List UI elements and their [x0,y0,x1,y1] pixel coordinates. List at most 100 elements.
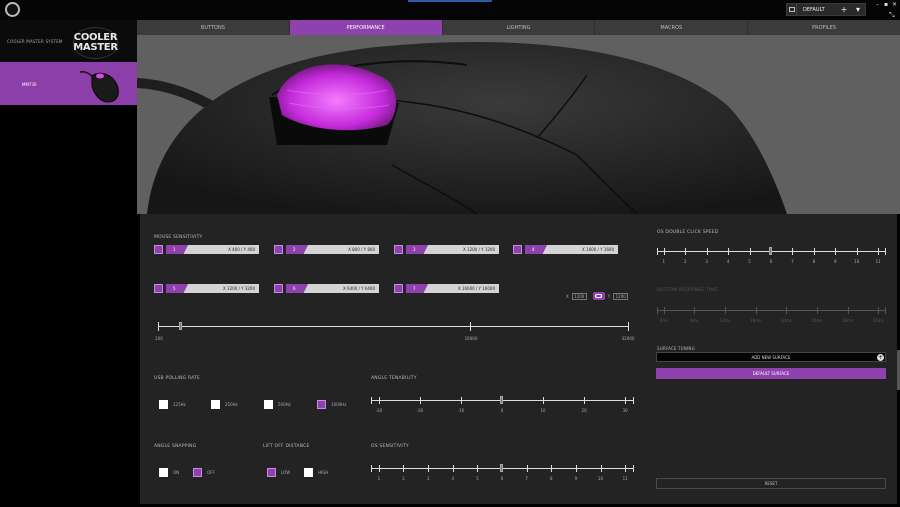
checkbox[interactable] [159,400,168,409]
lift-off-high[interactable]: HIGH [304,468,328,477]
sensitivity-level-4[interactable]: 4 X 1600 / Y 1600 [513,245,618,254]
close-icon[interactable]: ✕ [892,1,897,8]
lift-off-low[interactable]: LOW [267,468,290,477]
sensitivity-checkbox[interactable] [394,284,403,293]
sensitivity-level-1[interactable]: 1 X 400 / Y 400 [154,245,259,254]
sensitivity-checkbox[interactable] [394,245,403,254]
angle-snapping-off[interactable]: OFF [193,468,215,477]
app-logo-icon [5,2,20,17]
sensitivity-checkbox[interactable] [274,284,283,293]
checkbox[interactable] [304,468,313,477]
polling-option-1000[interactable]: 1000Hz [317,400,346,409]
sensitivity-bar[interactable]: 3 X 1200 / Y 1200 [406,245,499,254]
dbl-click-tick [749,248,751,255]
dbl-click-tick [685,248,687,255]
os-sens-tick-label: 4 [451,476,455,481]
level-value: X 3200 / Y 3200 [223,286,255,291]
level-number: 4 [525,245,547,254]
dbl-click-tick [878,248,880,255]
dpi-mid-label: 16000 [464,336,478,341]
dbl-click-tick [728,248,730,255]
angle-handle[interactable] [500,396,503,404]
sensitivity-bar[interactable]: 4 X 1600 / Y 1600 [525,245,618,254]
sensitivity-bar[interactable]: 5 X 3200 / Y 3200 [166,284,259,293]
dbl-click-tick [792,248,794,255]
sensitivity-bar[interactable]: 1 X 400 / Y 400 [166,245,259,254]
dbl-click-tick-label: 6 [769,259,773,264]
level-value: X 16000 / Y 16000 [457,286,495,291]
checkbox[interactable] [264,400,273,409]
y-value-input[interactable]: 1200 [613,292,629,300]
option-label: 250Hz [225,402,238,407]
x-value-input[interactable]: 1200 [571,292,587,300]
polling-option-125[interactable]: 125Hz [159,400,186,409]
dpi-slider-track[interactable] [158,326,628,327]
tab-buttons[interactable]: BUTTONS [137,20,290,35]
tab-macros[interactable]: MACROS [595,20,749,35]
title-accent-line [408,0,492,2]
level-number: 1 [166,245,188,254]
angle-tick-label: -30 [375,408,383,413]
sensitivity-checkbox[interactable] [274,245,283,254]
os-sens-handle[interactable] [500,464,503,472]
checkbox[interactable] [267,468,276,477]
dbl-click-handle[interactable] [769,247,772,255]
angle-tick-label: 0 [500,408,504,413]
angle-tick [584,397,586,404]
sensitivity-level-3[interactable]: 3 X 1200 / Y 1200 [394,245,499,254]
sensitivity-bar[interactable]: 6 X 6400 / Y 6400 [286,284,379,293]
level-number: 6 [286,284,308,293]
dpi-tick [628,322,629,331]
response-track[interactable] [657,310,885,311]
dpi-slider-handle[interactable] [179,322,182,330]
level-value: X 400 / Y 400 [228,247,255,252]
angle-snapping-on[interactable]: ON [159,468,179,477]
os-sens-tick [403,465,405,472]
sensitivity-checkbox[interactable] [513,245,522,254]
polling-option-250[interactable]: 250Hz [211,400,238,409]
profile-select[interactable]: DEFAULT + ▾ [786,3,866,16]
chevron-down-icon[interactable]: ▾ [851,5,865,14]
sensitivity-bar[interactable]: 7 X 16000 / Y 16000 [406,284,499,293]
sensitivity-level-5[interactable]: 5 X 3200 / Y 3200 [154,284,259,293]
checkbox[interactable] [317,400,326,409]
link-xy-button[interactable] [592,292,605,300]
tab-performance[interactable]: PERFORMANCE [289,20,443,35]
sidebar-item-device[interactable]: MM730 [0,62,137,105]
minimize-icon[interactable]: – [876,1,879,8]
os-sens-tick-label: 8 [549,476,553,481]
polling-option-500[interactable]: 500Hz [264,400,291,409]
sensitivity-level-2[interactable]: 2 X 800 / Y 800 [274,245,379,254]
default-surface-button[interactable]: DEFAULT SURFACE [656,368,886,379]
angle-tick-label: 20 [581,408,587,413]
os-sens-tick [378,465,380,472]
checkbox[interactable] [159,468,168,477]
checkbox[interactable] [211,400,220,409]
resize-icon[interactable]: ⤡ [889,11,895,20]
tab-profiles[interactable]: PROFILES [748,20,900,35]
sensitivity-level-7[interactable]: 7 X 16000 / Y 16000 [394,284,499,293]
maximize-icon[interactable]: ▪ [884,1,888,8]
response-tick-label: 32ms [872,318,884,323]
add-profile-icon[interactable]: + [837,5,851,14]
polling-rate-title: USB POLLING RATE [154,376,201,381]
add-surface-button[interactable]: ADD NEW SURFACE + [656,352,886,362]
sensitivity-bar[interactable]: 2 X 800 / Y 800 [286,245,379,254]
sidebar: COOLER MASTER SYSTEM COOLER MASTER MM730 [0,20,137,507]
dbl-click-tick [813,248,815,255]
angle-tick-label: 30 [622,408,628,413]
response-tick [694,307,696,314]
response-tick-label: 16ms [750,318,762,323]
tab-lighting[interactable]: LIGHTING [443,20,596,35]
checkbox[interactable] [193,468,202,477]
sensitivity-checkbox[interactable] [154,245,163,254]
sensitivity-level-6[interactable]: 6 X 6400 / Y 6400 [274,284,379,293]
level-value: X 1200 / Y 1200 [463,247,495,252]
sensitivity-checkbox[interactable] [154,284,163,293]
level-value: X 800 / Y 800 [348,247,375,252]
surface-tuning-title: SURFACE TUNING [657,346,695,351]
option-label: 125Hz [173,402,186,407]
dbl-click-tick-label: 7 [791,259,794,264]
reset-button[interactable]: RESET [656,478,886,489]
xy-values: X 1200 Y 1200 [566,292,631,300]
